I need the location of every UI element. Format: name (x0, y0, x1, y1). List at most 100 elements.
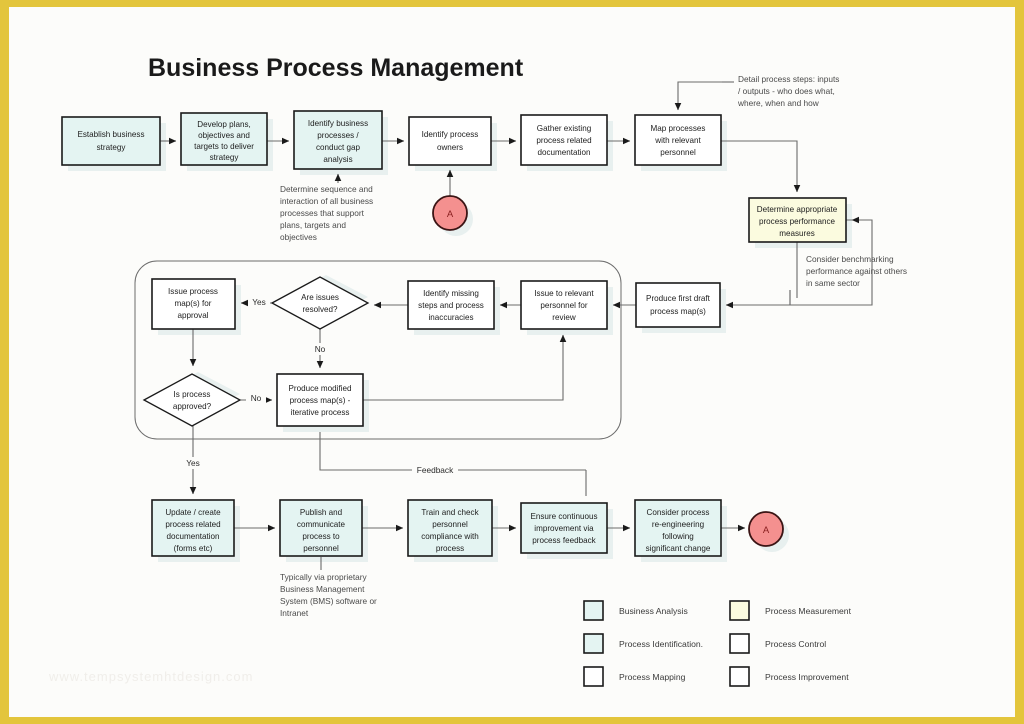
svg-text:significant change: significant change (646, 544, 711, 553)
legend-swatch (729, 666, 750, 687)
svg-text:Produce modified: Produce modified (289, 384, 352, 393)
svg-text:/ outputs - who does what,: / outputs - who does what, (738, 86, 835, 96)
legend-label: Process Measurement (765, 606, 852, 616)
svg-text:Gather existing: Gather existing (537, 124, 591, 133)
svg-text:analysis: analysis (323, 155, 352, 164)
svg-text:with relevant: with relevant (654, 136, 701, 145)
node-identify-missing-steps[interactable]: Identify missing steps and process inacc… (407, 280, 495, 330)
legend-item-process-measurement[interactable]: Process Measurement (729, 600, 852, 621)
legend-label: Process Control (765, 639, 826, 649)
edge-label-feedback: Feedback (417, 465, 454, 475)
svg-text:process map(s) -: process map(s) - (290, 396, 351, 405)
node-issue-to-personnel[interactable]: Issue to relevant personnel for review (520, 280, 608, 330)
legend-swatch (729, 600, 750, 621)
node-publish-communicate[interactable]: Publish and communicate process to perso… (279, 499, 363, 557)
edge-label-yes-approved: Yes (186, 458, 200, 468)
legend-item-process-improvement[interactable]: Process Improvement (729, 666, 849, 687)
svg-text:Consider benchmarking: Consider benchmarking (806, 254, 894, 264)
svg-text:Consider process: Consider process (647, 508, 710, 517)
svg-text:personnel: personnel (432, 520, 468, 529)
svg-text:process feedback: process feedback (532, 536, 596, 545)
svg-text:Is process: Is process (174, 390, 211, 399)
svg-text:Typically via proprietary: Typically via proprietary (280, 572, 368, 582)
diagram-page: www.tempsystemhtdesign.com Business Proc… (0, 0, 1024, 724)
decision-are-issues-resolved[interactable]: Are issues resolved? (270, 276, 370, 330)
svg-text:Are issues: Are issues (301, 293, 339, 302)
node-develop-plans[interactable]: Develop plans, objectives and targets to… (180, 112, 268, 166)
legend: Business Analysis Process Identification… (583, 600, 852, 687)
svg-text:communicate: communicate (297, 520, 346, 529)
edge-label-no-resolved: No (315, 344, 326, 354)
svg-text:Identify process: Identify process (422, 130, 479, 139)
svg-text:documentation: documentation (537, 148, 590, 157)
svg-text:Detail process steps: inputs: Detail process steps: inputs (738, 74, 839, 84)
decision-is-process-approved[interactable]: Is process approved? (142, 373, 242, 427)
svg-text:owners: owners (437, 143, 463, 152)
node-label: strategy (97, 143, 127, 152)
page-title: Business Process Management (148, 54, 524, 82)
node-consider-reengineering[interactable]: Consider process re-engineering followin… (634, 499, 722, 557)
svg-text:processes that support: processes that support (280, 208, 365, 218)
svg-text:steps and process: steps and process (418, 301, 484, 310)
svg-text:Intranet: Intranet (280, 608, 309, 618)
legend-item-process-identification[interactable]: Process Identification. (583, 633, 703, 654)
node-produce-modified-maps[interactable]: Produce modified process map(s) - iterat… (276, 373, 364, 427)
svg-text:Ensure continuous: Ensure continuous (530, 512, 597, 521)
svg-text:documentation: documentation (166, 532, 219, 541)
svg-text:Identify business: Identify business (308, 119, 368, 128)
svg-text:targets to deliver: targets to deliver (194, 142, 254, 151)
legend-item-process-mapping[interactable]: Process Mapping (583, 666, 686, 687)
svg-text:compliance with: compliance with (421, 532, 479, 541)
legend-swatch (583, 633, 604, 654)
flowchart-svg: Business Process Management Establish bu… (61, 54, 907, 687)
node-produce-first-draft[interactable]: Produce first draft process map(s) (635, 282, 721, 328)
node-determine-measures[interactable]: Determine appropriate process performanc… (748, 197, 847, 243)
node-issue-for-approval[interactable]: Issue process map(s) for approval (151, 278, 236, 330)
svg-text:Determine appropriate: Determine appropriate (757, 205, 838, 214)
svg-text:Publish and: Publish and (300, 508, 342, 517)
svg-text:process: process (436, 544, 464, 553)
edge-label-yes-resolved: Yes (252, 297, 266, 307)
node-train-check-compliance[interactable]: Train and check personnel compliance wit… (407, 499, 493, 557)
svg-text:interaction of all business: interaction of all business (280, 196, 373, 206)
svg-text:performance against others: performance against others (806, 266, 907, 276)
legend-item-business-analysis[interactable]: Business Analysis (583, 600, 688, 621)
node-identify-owners[interactable]: Identify process owners (408, 116, 492, 166)
svg-text:re-engineering: re-engineering (652, 520, 704, 529)
svg-text:Produce first draft: Produce first draft (646, 294, 711, 303)
svg-text:improvement via: improvement via (534, 524, 594, 533)
svg-text:process map(s): process map(s) (650, 307, 706, 316)
node-map-processes[interactable]: Map processes with relevant personnel (634, 114, 722, 166)
connector-circle-a-bottom[interactable]: A (748, 511, 784, 547)
connector-label: A (763, 525, 770, 536)
annotation-determine-sequence: Determine sequence and interaction of al… (280, 184, 373, 242)
svg-text:Update / create: Update / create (165, 508, 221, 517)
svg-text:plans, targets and: plans, targets and (280, 220, 346, 230)
svg-text:process related: process related (165, 520, 220, 529)
node-update-documentation[interactable]: Update / create process related document… (151, 499, 235, 557)
connector-circle-a-top[interactable]: A (432, 195, 468, 231)
box-shadows (68, 117, 852, 562)
svg-text:System (BMS) software or: System (BMS) software or (280, 596, 377, 606)
legend-item-process-control[interactable]: Process Control (729, 633, 826, 654)
svg-text:where, when and how: where, when and how (737, 98, 820, 108)
node-gather-documentation[interactable]: Gather existing process related document… (520, 114, 608, 166)
svg-text:Train and check: Train and check (421, 508, 479, 517)
legend-label: Process Improvement (765, 672, 849, 682)
svg-text:objectives and: objectives and (198, 131, 250, 140)
legend-swatch (729, 633, 750, 654)
svg-text:Issue to relevant: Issue to relevant (534, 289, 594, 298)
svg-text:process related: process related (536, 136, 591, 145)
svg-text:objectives: objectives (280, 232, 317, 242)
svg-text:processes /: processes / (317, 131, 359, 140)
svg-text:personnel: personnel (303, 544, 339, 553)
node-establish-strategy[interactable]: Establish business strategy (61, 116, 161, 166)
legend-label: Business Analysis (619, 606, 688, 616)
node-identify-processes[interactable]: Identify business processes / conduct ga… (293, 110, 383, 170)
svg-text:personnel: personnel (660, 148, 696, 157)
legend-label: Process Identification. (619, 639, 703, 649)
node-label: Establish business (77, 130, 144, 139)
svg-text:resolved?: resolved? (302, 305, 338, 314)
svg-text:Map processes: Map processes (651, 124, 706, 133)
node-ensure-improvement[interactable]: Ensure continuous improvement via proces… (520, 502, 608, 554)
